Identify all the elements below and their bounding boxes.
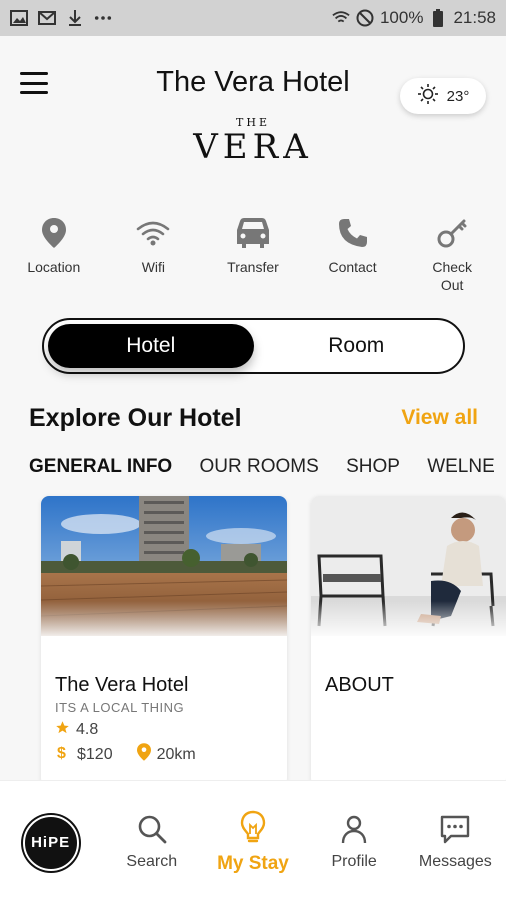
battery-icon (429, 9, 447, 27)
tab-general-info[interactable]: GENERAL INFO (29, 456, 172, 478)
nav-label: Messages (418, 853, 492, 870)
tab-shop[interactable]: SHOP (346, 456, 400, 478)
lightbulb-icon (238, 810, 268, 849)
nav-label: My Stay (217, 853, 289, 874)
nav-label: Profile (331, 853, 377, 870)
do-not-disturb-icon (356, 9, 374, 27)
bottom-nav: HiPE Search My Stay Profile Messages (0, 780, 506, 900)
gmail-icon (38, 9, 56, 27)
nav-label: Search (126, 853, 178, 870)
price-value: $120 (77, 745, 113, 763)
card-meta: $ $120 20km (55, 743, 196, 766)
location-pin-icon (41, 212, 66, 254)
hotel-rooftop-image (41, 496, 287, 636)
more-icon (94, 9, 112, 27)
card-rating: 4.8 (55, 720, 98, 740)
quick-actions: Location Wifi Transfer Contact Check Out (0, 212, 506, 312)
rating-value: 4.8 (76, 721, 99, 738)
weather-badge[interactable]: 23° (400, 78, 486, 114)
hotel-card[interactable]: The Vera Hotel ITS A LOCAL THING 4.8 $ $… (41, 496, 287, 786)
action-label: Location (27, 259, 81, 275)
action-checkout[interactable]: Check Out (403, 212, 501, 312)
logo-vera: VERA (193, 127, 313, 167)
nav-profile[interactable]: Profile (309, 814, 399, 871)
action-contact[interactable]: Contact (304, 212, 402, 312)
app-header: The Vera Hotel 23° THE VERA (0, 36, 506, 206)
svg-text:$: $ (57, 745, 66, 760)
nav-hipe[interactable]: HiPE (6, 814, 96, 871)
card-title: ABOUT (325, 674, 394, 696)
section-title: Explore Our Hotel (29, 404, 242, 432)
phone-icon (338, 212, 368, 254)
card-title: The Vera Hotel (55, 674, 189, 696)
about-card[interactable]: ABOUT (311, 496, 506, 786)
action-label: Wifi (141, 259, 166, 275)
tab-our-rooms[interactable]: OUR ROOMS (200, 456, 319, 478)
hotel-logo: THE VERA (0, 116, 506, 165)
battery-percent: 100% (379, 8, 424, 27)
star-icon (55, 720, 70, 740)
image-icon (10, 9, 28, 27)
nav-my-stay[interactable]: My Stay (208, 810, 298, 875)
location-pin-icon (136, 743, 151, 766)
profile-icon (339, 814, 369, 849)
key-icon (437, 212, 467, 254)
sun-icon (417, 83, 439, 109)
view-all-link[interactable]: View all (401, 406, 478, 430)
clock: 21:58 (453, 8, 496, 27)
toggle-hotel[interactable]: Hotel (48, 324, 254, 368)
category-tabs: GENERAL INFO OUR ROOMS SHOP WELNE (29, 456, 506, 478)
lounge-person-image (311, 496, 506, 636)
tab-wellness[interactable]: WELNE (427, 456, 495, 478)
action-transfer[interactable]: Transfer (204, 212, 302, 312)
hipe-logo: HiPE (22, 814, 79, 871)
price-icon: $ (55, 744, 71, 765)
wifi-icon (136, 212, 170, 254)
weather-temp: 23° (446, 87, 470, 105)
car-icon (234, 212, 272, 254)
toggle-room[interactable]: Room (254, 324, 460, 368)
download-icon (66, 9, 84, 27)
wifi-status-icon (332, 9, 350, 27)
status-bar: 100% 21:58 (0, 0, 506, 36)
distance-value: 20km (156, 745, 196, 763)
hotel-room-toggle: Hotel Room (42, 318, 465, 374)
messages-icon (439, 814, 471, 849)
nav-messages[interactable]: Messages (410, 814, 500, 871)
nav-search[interactable]: Search (107, 814, 197, 871)
search-icon (137, 814, 167, 849)
card-subtitle: ITS A LOCAL THING (55, 700, 185, 715)
action-label: Contact (328, 259, 377, 275)
action-wifi[interactable]: Wifi (104, 212, 202, 312)
action-label: Check Out (432, 259, 473, 293)
action-label: Transfer (227, 259, 279, 275)
action-location[interactable]: Location (5, 212, 103, 312)
